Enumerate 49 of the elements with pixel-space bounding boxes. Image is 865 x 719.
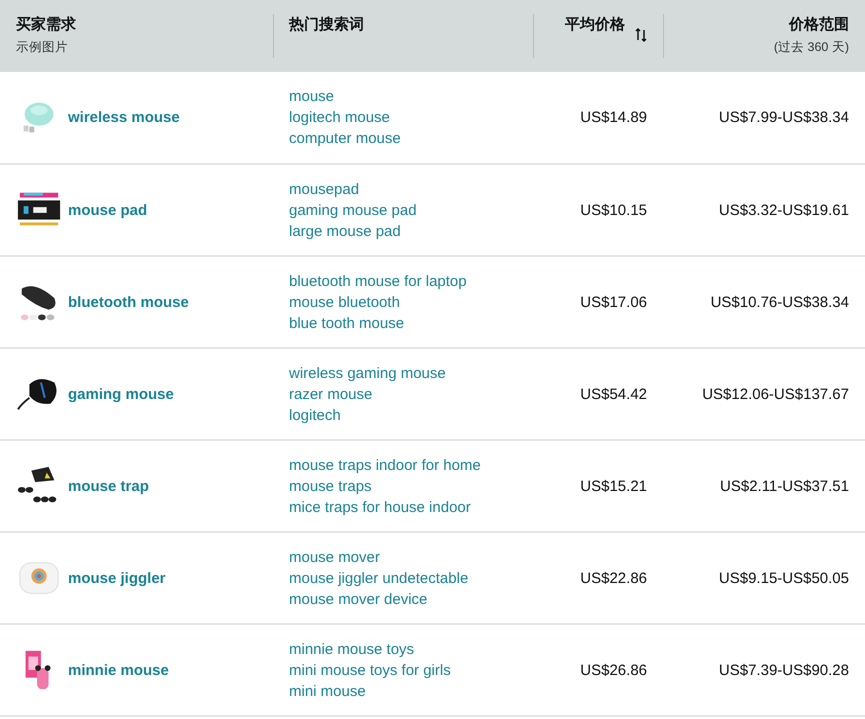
sort-icon[interactable] — [635, 27, 647, 43]
column-subtitle: (过去 360 天) — [772, 39, 849, 56]
product-link[interactable]: gaming mouse — [68, 386, 174, 402]
average-price: US$54.42 — [533, 348, 663, 440]
search-term-link[interactable]: computer mouse — [289, 130, 517, 147]
column-header: 价格范围 — [789, 15, 849, 34]
average-price: US$14.89 — [533, 72, 663, 164]
search-term-link[interactable]: large mouse pad — [289, 222, 517, 240]
average-price: US$22.86 — [533, 532, 663, 624]
search-term-link[interactable]: logitech mouse — [289, 109, 517, 126]
product-link[interactable]: minnie mouse — [68, 662, 169, 678]
average-price: US$10.15 — [533, 164, 663, 256]
product-link[interactable]: bluetooth mouse — [68, 294, 189, 310]
search-term-link[interactable]: logitech — [289, 406, 517, 424]
column-header[interactable]: 平均价格 — [565, 15, 625, 34]
price-range: US$3.32-US$19.61 — [663, 164, 865, 256]
search-term-link[interactable]: mousepad — [289, 180, 517, 198]
search-term-link[interactable]: mouse bluetooth — [289, 294, 517, 310]
price-range: US$7.39-US$90.28 — [663, 624, 865, 716]
price-range: US$2.11-US$37.51 — [663, 440, 865, 532]
average-price: US$17.06 — [533, 256, 663, 348]
average-price: US$15.21 — [533, 440, 663, 532]
search-term-link[interactable]: blue tooth mouse — [289, 314, 517, 332]
search-term-link[interactable]: razer mouse — [289, 386, 517, 402]
average-price: US$26.86 — [533, 624, 663, 716]
search-term-link[interactable]: gaming mouse pad — [289, 202, 517, 218]
column-header: 热门搜索词 — [289, 15, 364, 34]
price-range: US$12.06-US$137.67 — [663, 348, 865, 440]
search-term-link[interactable]: mouse mover device — [289, 590, 517, 608]
search-term-link[interactable]: minnie mouse toys — [289, 640, 517, 658]
price-range: US$9.15-US$50.05 — [663, 532, 865, 624]
search-term-link[interactable]: bluetooth mouse for laptop — [289, 272, 517, 290]
search-term-link[interactable]: mouse traps indoor for home — [289, 456, 517, 474]
search-term-link[interactable]: mouse mover — [289, 548, 517, 566]
search-term-link[interactable]: mini mouse — [289, 682, 517, 700]
price-range: US$10.76-US$38.34 — [663, 256, 865, 348]
search-term-link[interactable]: mini mouse toys for girls — [289, 662, 517, 678]
column-header: 买家需求 — [16, 15, 76, 34]
search-term-link[interactable]: wireless gaming mouse — [289, 364, 517, 382]
product-link[interactable]: wireless mouse — [68, 109, 180, 126]
product-link[interactable]: mouse jiggler — [68, 570, 166, 586]
search-term-link[interactable]: mice traps for house indoor — [289, 498, 517, 516]
price-range: US$7.99-US$38.34 — [663, 72, 865, 164]
search-term-link[interactable]: mouse — [289, 88, 517, 105]
product-link[interactable]: mouse pad — [68, 202, 148, 218]
search-term-link[interactable]: mouse traps — [289, 478, 517, 494]
search-term-link[interactable]: mouse jiggler undetectable — [289, 570, 517, 586]
product-link[interactable]: mouse trap — [68, 478, 149, 494]
column-subtitle: 示例图片 — [16, 39, 69, 56]
